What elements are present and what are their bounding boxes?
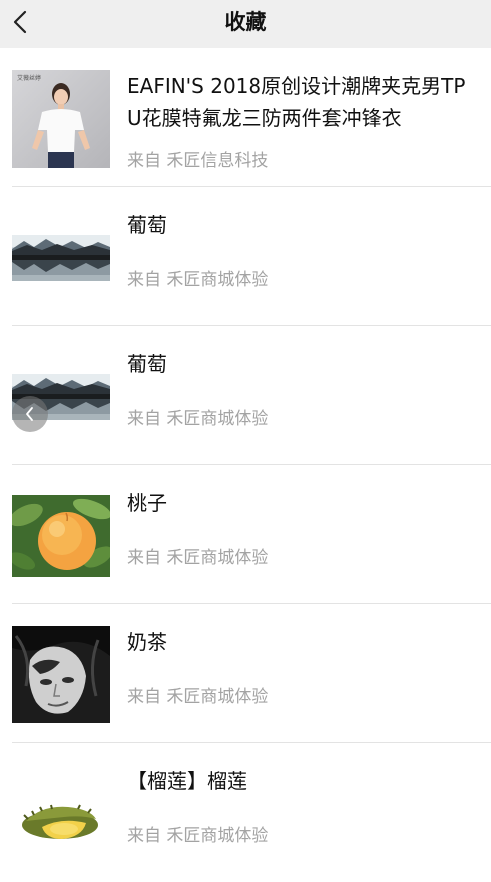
item-title: 【榴莲】榴莲 (127, 769, 247, 793)
list-item[interactable]: 葡萄 来自 禾匠商城体验 (0, 187, 491, 326)
item-source: 来自 禾匠信息科技 (127, 151, 269, 171)
list-item[interactable]: 艾薇丝婷 EAFIN'S 2018原创设计潮牌夹克男TPU花膜特氟龙三防两件套冲… (0, 48, 491, 187)
product-thumbnail: 艾薇丝婷 (12, 70, 110, 168)
item-source: 来自 禾匠商城体验 (127, 687, 269, 707)
product-thumbnail (12, 495, 110, 577)
navbar: 收藏 (0, 0, 491, 48)
item-title: EAFIN'S 2018原创设计潮牌夹克男TPU花膜特氟龙三防两件套冲锋衣 (127, 74, 466, 130)
item-title: 葡萄 (127, 213, 167, 237)
item-title: 桃子 (127, 491, 167, 515)
item-title: 葡萄 (127, 352, 167, 376)
list-item[interactable]: 奶茶 来自 禾匠商城体验 (0, 604, 491, 743)
chevron-left-icon (26, 407, 33, 421)
product-thumbnail (12, 783, 110, 849)
item-source: 来自 禾匠商城体验 (127, 826, 269, 846)
product-thumbnail (12, 626, 110, 723)
thumb-caption: 艾薇丝婷 (17, 74, 41, 82)
floating-back-button[interactable] (12, 396, 48, 432)
product-thumbnail (12, 235, 110, 281)
item-source: 来自 禾匠商城体验 (127, 409, 269, 429)
favorites-list: 艾薇丝婷 EAFIN'S 2018原创设计潮牌夹克男TPU花膜特氟龙三防两件套冲… (0, 48, 491, 882)
item-source: 来自 禾匠商城体验 (127, 548, 269, 568)
page-title: 收藏 (224, 10, 267, 34)
list-item[interactable]: 桃子 来自 禾匠商城体验 (0, 465, 491, 604)
list-item[interactable]: 【榴莲】榴莲 来自 禾匠商城体验 (0, 743, 491, 882)
list-item[interactable]: 葡萄 来自 禾匠商城体验 (0, 326, 491, 465)
item-source: 来自 禾匠商城体验 (127, 270, 269, 290)
item-title: 奶茶 (127, 630, 167, 654)
